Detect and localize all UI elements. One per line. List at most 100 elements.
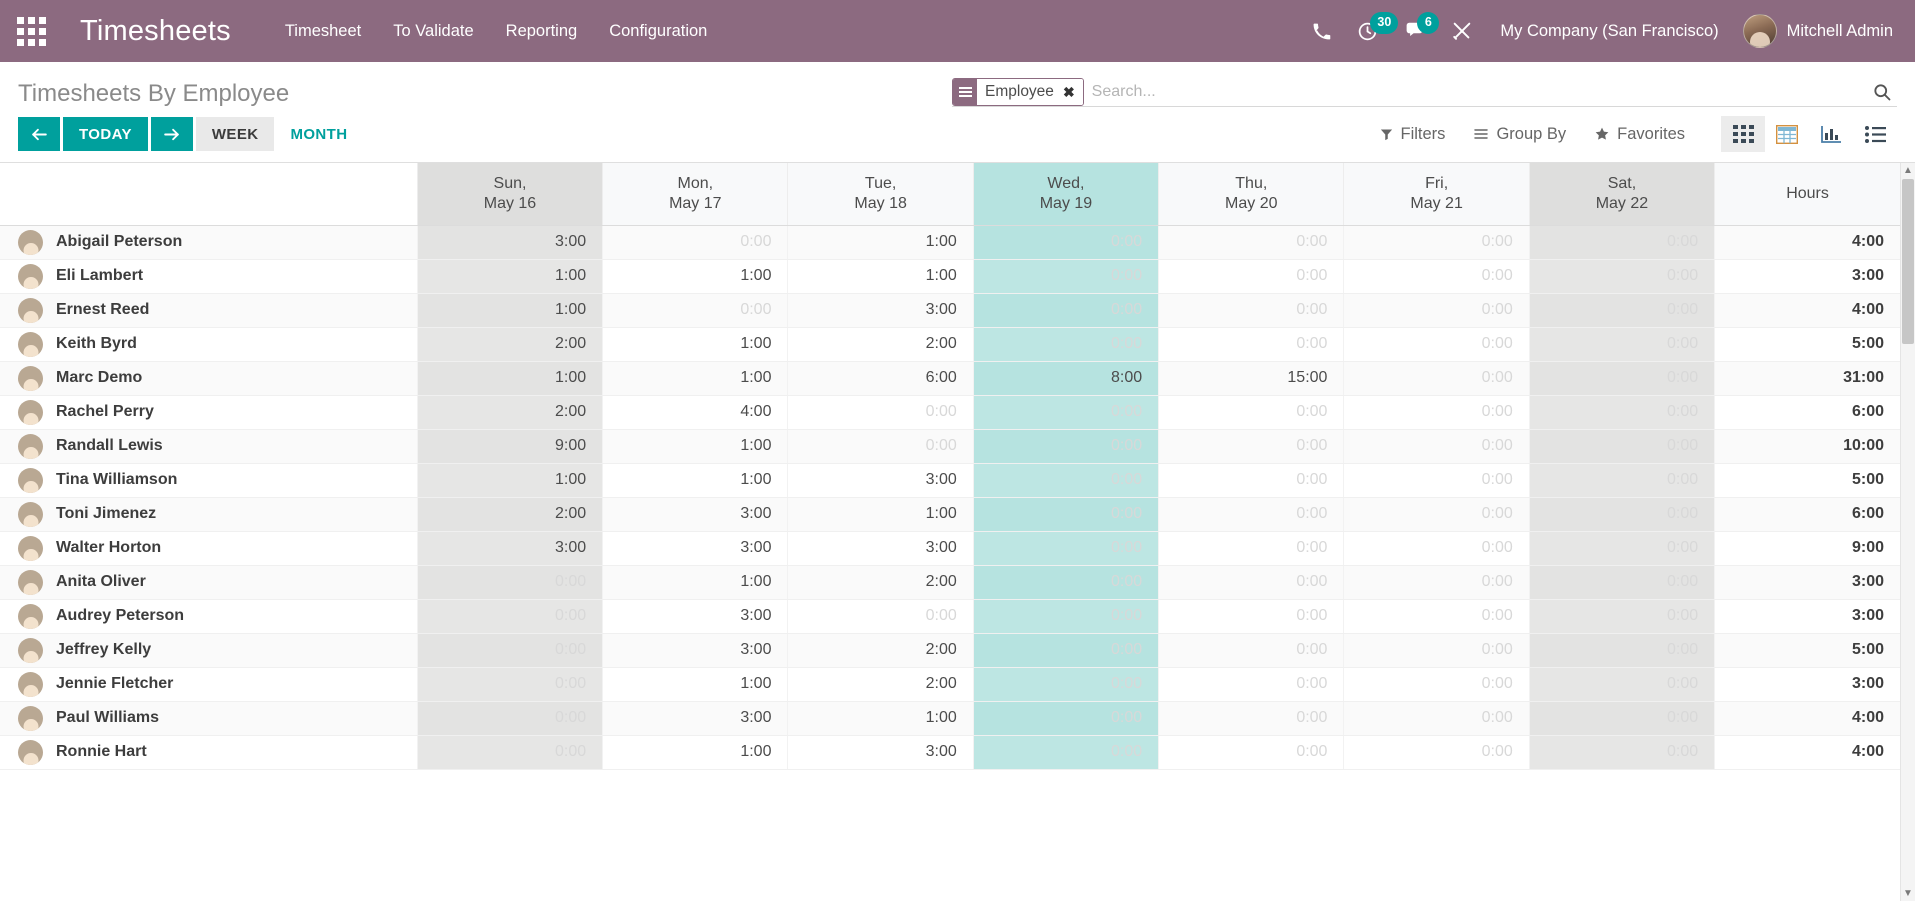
hours-cell[interactable]: 0:00 xyxy=(1528,531,1715,566)
hours-cell[interactable]: 0:00 xyxy=(1528,361,1715,396)
hours-cell[interactable]: 0:00 xyxy=(787,599,974,634)
hours-cell[interactable]: 4:00 xyxy=(602,395,788,430)
hours-cell[interactable]: 0:00 xyxy=(1528,225,1715,260)
hours-cell[interactable]: 3:00 xyxy=(787,735,974,770)
hours-cell[interactable]: 0:00 xyxy=(416,735,603,770)
hours-cell[interactable]: 0:00 xyxy=(1343,225,1530,260)
hours-cell[interactable]: 0:00 xyxy=(972,599,1159,634)
employee-cell[interactable]: Anita Oliver xyxy=(0,565,418,600)
hours-cell[interactable]: 0:00 xyxy=(972,259,1159,294)
hours-cell[interactable]: 0:00 xyxy=(972,735,1159,770)
hours-cell[interactable]: 3:00 xyxy=(602,531,788,566)
activities-button[interactable]: 30 xyxy=(1344,0,1399,62)
menu-item-configuration[interactable]: Configuration xyxy=(593,1,723,62)
hours-cell[interactable]: 0:00 xyxy=(972,497,1159,532)
employee-cell[interactable]: Toni Jimenez xyxy=(0,497,418,532)
menu-item-reporting[interactable]: Reporting xyxy=(490,1,594,62)
hours-cell[interactable]: 0:00 xyxy=(1158,497,1344,532)
hours-cell[interactable]: 3:00 xyxy=(602,599,788,634)
scroll-up-button[interactable]: ▲ xyxy=(1901,163,1915,178)
hours-cell[interactable]: 0:00 xyxy=(972,667,1159,702)
hours-cell[interactable]: 0:00 xyxy=(1343,701,1530,736)
employee-cell[interactable]: Marc Demo xyxy=(0,361,418,396)
hours-cell[interactable]: 0:00 xyxy=(972,395,1159,430)
hours-cell[interactable]: 0:00 xyxy=(1528,293,1715,328)
table-row[interactable]: Jennie Fletcher 0:00 1:00 2:00 0:00 0:00 0:00 0… xyxy=(0,667,1900,702)
table-row[interactable]: Keith Byrd 2:00 1:00 2:00 0:00 0:00 0:00 0:00 5:… xyxy=(0,327,1900,362)
hours-cell[interactable]: 1:00 xyxy=(602,667,788,702)
column-header-day-6[interactable]: Sat, May 22 xyxy=(1528,163,1715,226)
hours-cell[interactable]: 0:00 xyxy=(1158,429,1344,464)
hours-cell[interactable]: 0:00 xyxy=(787,429,974,464)
hours-cell[interactable]: 3:00 xyxy=(787,463,974,498)
hours-cell[interactable]: 3:00 xyxy=(787,531,974,566)
hours-cell[interactable]: 0:00 xyxy=(1343,259,1530,294)
hours-cell[interactable]: 0:00 xyxy=(1158,327,1344,362)
hours-cell[interactable]: 3:00 xyxy=(602,701,788,736)
table-row[interactable]: Walter Horton 3:00 3:00 3:00 0:00 0:00 0:00 0:0… xyxy=(0,531,1900,566)
hours-cell[interactable]: 0:00 xyxy=(416,565,603,600)
search-input[interactable] xyxy=(1083,78,1867,106)
hours-cell[interactable]: 0:00 xyxy=(1528,565,1715,600)
close-x-icon[interactable]: ✖ xyxy=(1060,79,1083,105)
hours-cell[interactable]: 0:00 xyxy=(1158,225,1344,260)
hours-cell[interactable]: 1:00 xyxy=(602,327,788,362)
hours-cell[interactable]: 0:00 xyxy=(787,395,974,430)
hours-cell[interactable]: 0:00 xyxy=(1158,599,1344,634)
hours-cell[interactable]: 1:00 xyxy=(416,259,603,294)
hours-cell[interactable]: 0:00 xyxy=(972,701,1159,736)
view-switch-list[interactable] xyxy=(1853,116,1897,152)
hours-cell[interactable]: 0:00 xyxy=(1158,701,1344,736)
hours-cell[interactable]: 0:00 xyxy=(1158,565,1344,600)
hours-cell[interactable]: 2:00 xyxy=(787,667,974,702)
hours-cell[interactable]: 0:00 xyxy=(1343,463,1530,498)
hours-cell[interactable]: 0:00 xyxy=(1158,633,1344,668)
hours-cell[interactable]: 0:00 xyxy=(1343,735,1530,770)
hours-cell[interactable]: 0:00 xyxy=(1528,463,1715,498)
employee-cell[interactable]: Ernest Reed xyxy=(0,293,418,328)
employee-cell[interactable]: Abigail Peterson xyxy=(0,225,418,260)
hours-cell[interactable]: 0:00 xyxy=(1528,735,1715,770)
hours-cell[interactable]: 0:00 xyxy=(1158,735,1344,770)
hours-cell[interactable]: 0:00 xyxy=(1343,633,1530,668)
apps-menu-button[interactable] xyxy=(0,0,62,62)
hours-cell[interactable]: 0:00 xyxy=(972,463,1159,498)
employee-cell[interactable]: Jennie Fletcher xyxy=(0,667,418,702)
column-header-day-2[interactable]: Tue, May 18 xyxy=(787,163,974,226)
hours-cell[interactable]: 0:00 xyxy=(1528,667,1715,702)
employee-cell[interactable]: Walter Horton xyxy=(0,531,418,566)
hours-cell[interactable]: 0:00 xyxy=(416,599,603,634)
scale-week-button[interactable]: WEEK xyxy=(195,117,275,151)
hours-cell[interactable]: 0:00 xyxy=(1343,361,1530,396)
scale-month-button[interactable]: MONTH xyxy=(274,117,363,151)
employee-cell[interactable]: Audrey Peterson xyxy=(0,599,418,634)
search-facet-employee[interactable]: Employee ✖ xyxy=(952,78,1084,106)
table-row[interactable]: Tina Williamson 1:00 1:00 3:00 0:00 0:00 0:00 0… xyxy=(0,463,1900,498)
employee-cell[interactable]: Rachel Perry xyxy=(0,395,418,430)
hours-cell[interactable]: 0:00 xyxy=(416,701,603,736)
column-header-day-5[interactable]: Fri, May 21 xyxy=(1343,163,1530,226)
app-brand-title[interactable]: Timesheets xyxy=(80,15,231,48)
hours-cell[interactable]: 1:00 xyxy=(602,429,788,464)
table-row[interactable]: Randall Lewis 9:00 1:00 0:00 0:00 0:00 0:00 0:0… xyxy=(0,429,1900,464)
table-row[interactable]: Abigail Peterson 3:00 0:00 1:00 0:00 0:00 0:00… xyxy=(0,225,1900,260)
table-row[interactable]: Anita Oliver 0:00 1:00 2:00 0:00 0:00 0:00 0:00… xyxy=(0,565,1900,600)
hours-cell[interactable]: 0:00 xyxy=(1158,259,1344,294)
previous-period-button[interactable] xyxy=(18,117,60,151)
view-switch-graph[interactable] xyxy=(1809,116,1853,152)
hours-cell[interactable]: 3:00 xyxy=(602,497,788,532)
hours-cell[interactable]: 0:00 xyxy=(972,633,1159,668)
table-row[interactable]: Ernest Reed 1:00 0:00 3:00 0:00 0:00 0:00 0:00 4… xyxy=(0,293,1900,328)
hours-cell[interactable]: 0:00 xyxy=(416,633,603,668)
menu-item-timesheet[interactable]: Timesheet xyxy=(269,1,377,62)
column-header-day-3[interactable]: Wed, May 19 xyxy=(972,163,1159,226)
hours-cell[interactable]: 0:00 xyxy=(1158,395,1344,430)
table-row[interactable]: Paul Williams 0:00 3:00 1:00 0:00 0:00 0:00 0:0… xyxy=(0,701,1900,736)
menu-item-to-validate[interactable]: To Validate xyxy=(377,1,489,62)
table-row[interactable]: Rachel Perry 2:00 4:00 0:00 0:00 0:00 0:00 0:00… xyxy=(0,395,1900,430)
hours-cell[interactable]: 0:00 xyxy=(972,327,1159,362)
group-by-dropdown[interactable]: Group By xyxy=(1459,119,1580,150)
employee-cell[interactable]: Randall Lewis xyxy=(0,429,418,464)
hours-cell[interactable]: 0:00 xyxy=(972,429,1159,464)
hours-cell[interactable]: 0:00 xyxy=(416,667,603,702)
